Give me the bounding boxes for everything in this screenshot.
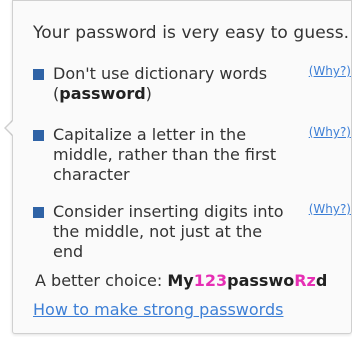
dictionary-word: password: [59, 84, 146, 103]
tooltip-pointer-inner: [6, 120, 14, 136]
better-choice: A better choice: My123passwoRzd: [35, 271, 327, 290]
tip-insert-digits: Consider inserting digits into the middl…: [33, 202, 351, 261]
tip-text: Don't use dictionary words (password): [53, 64, 268, 103]
tip-dictionary-words: Don't use dictionary words (password) (W…: [33, 64, 351, 106]
suggested-password: My123passwoRzd: [167, 271, 328, 290]
strength-headline: Your password is very easy to guess.: [33, 23, 350, 43]
tip-capitalize: Capitalize a letter in the middle, rathe…: [33, 125, 351, 187]
better-choice-label: A better choice:: [35, 271, 168, 290]
bullet-square-icon: [33, 69, 44, 80]
bullet-square-icon: [33, 207, 44, 218]
why-link[interactable]: (Why?): [309, 64, 351, 78]
bullet-square-icon: [33, 130, 44, 141]
password-tips-tooltip: Your password is very easy to guess. Don…: [12, 0, 352, 334]
strong-passwords-link[interactable]: How to make strong passwords: [33, 300, 283, 319]
tip-text: Consider inserting digits into the middl…: [53, 202, 284, 261]
why-link[interactable]: (Why?): [309, 125, 351, 139]
tip-text: Capitalize a letter in the middle, rathe…: [53, 125, 277, 184]
why-link[interactable]: (Why?): [309, 202, 351, 216]
password-strength-page: Your password is very easy to guess. Don…: [0, 0, 352, 337]
